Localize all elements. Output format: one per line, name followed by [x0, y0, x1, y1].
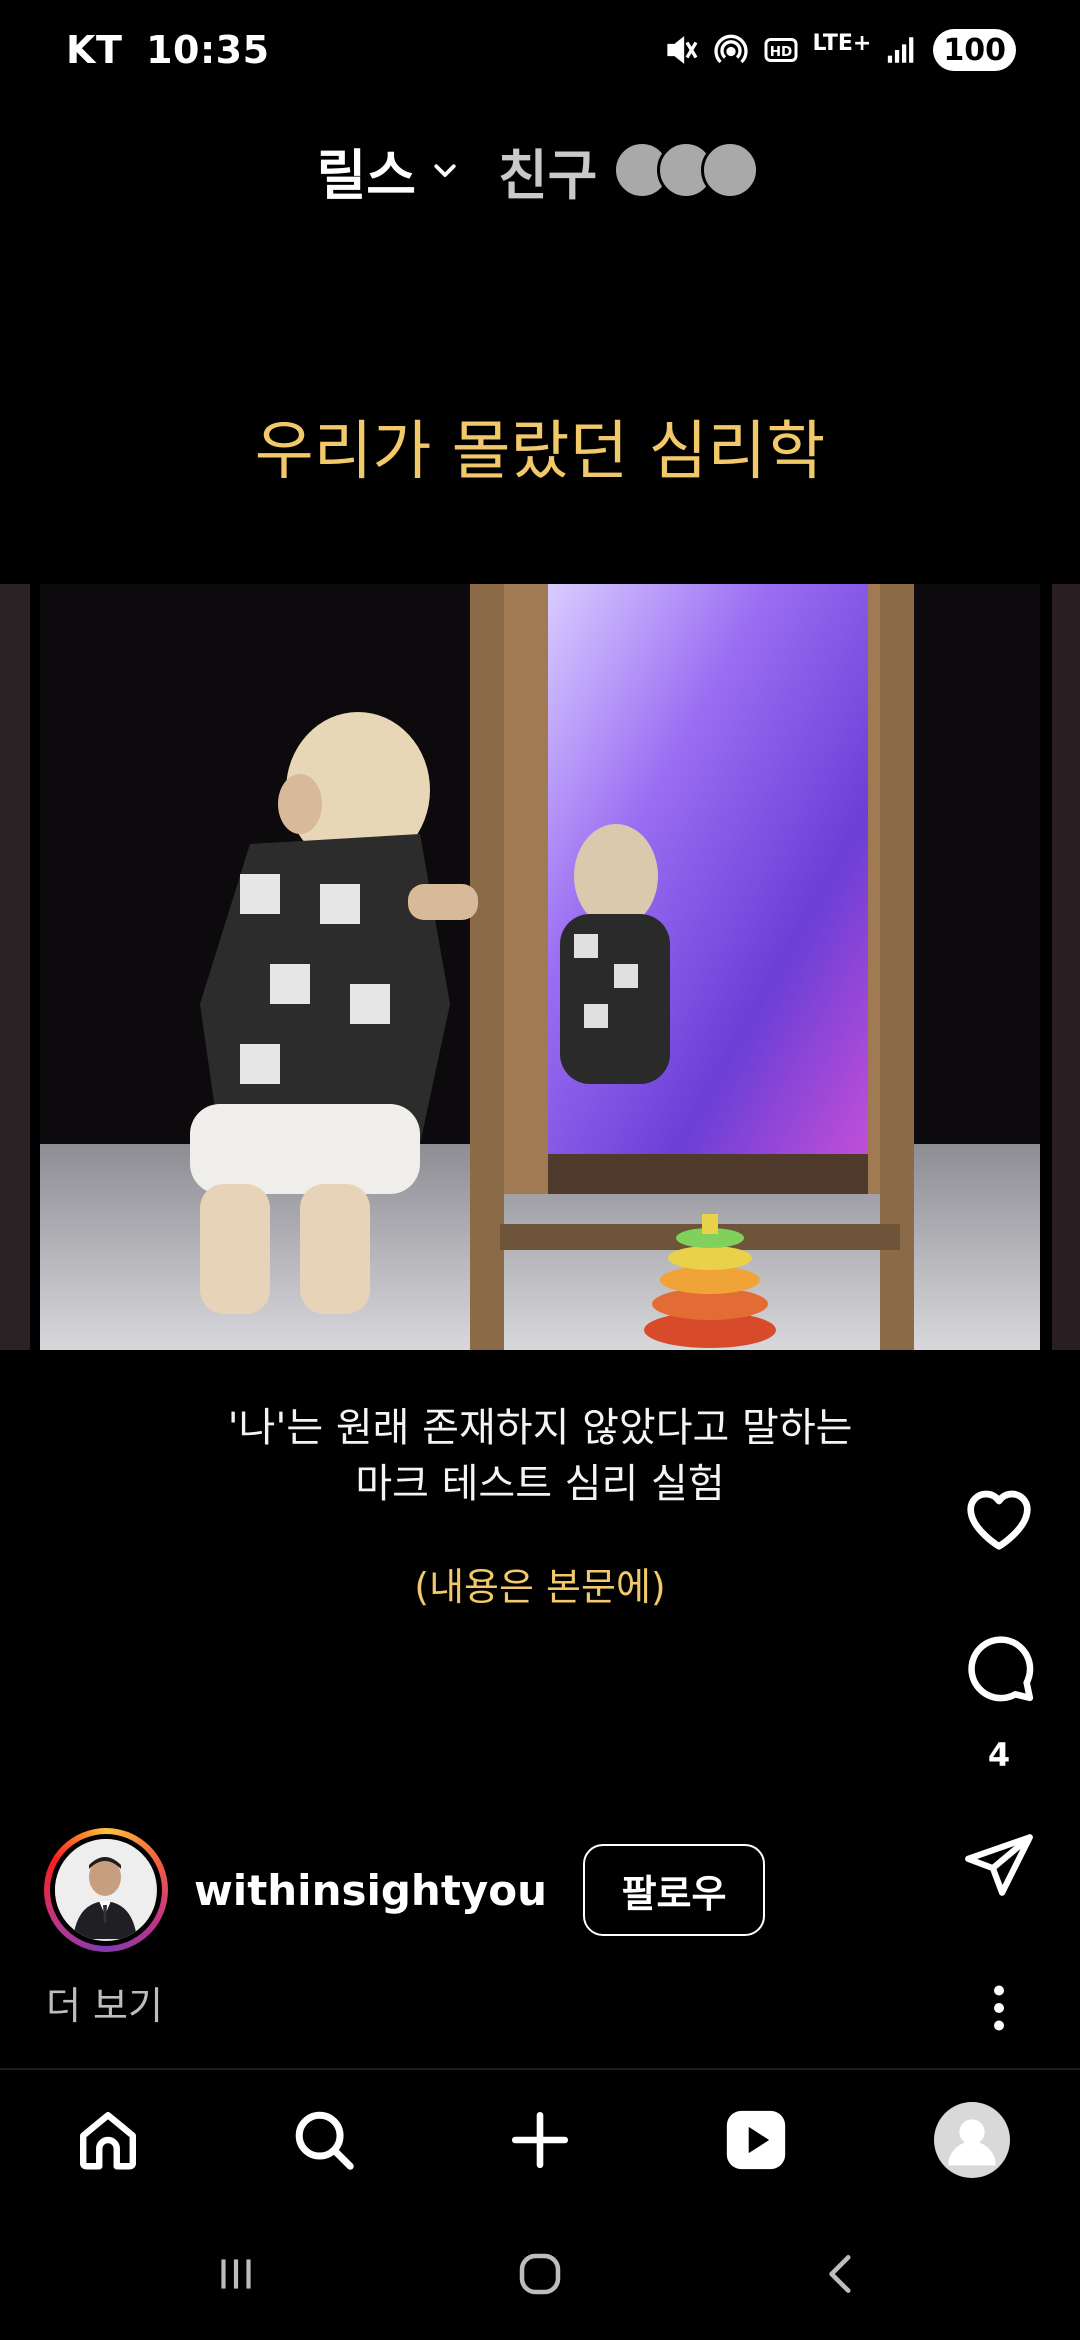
nav-profile[interactable]	[932, 2100, 1012, 2180]
status-time: 10:35	[146, 28, 270, 72]
reel-video[interactable]	[0, 584, 1080, 1350]
tab-friends-label: 친구	[498, 143, 598, 207]
system-nav-bar	[0, 2208, 1080, 2340]
plus-icon	[511, 2111, 569, 2169]
reel-author: withinsightyou 팔로우	[44, 1828, 766, 1952]
status-icons: HD LTE+ 100	[663, 26, 1016, 74]
share-button[interactable]	[944, 1828, 1054, 1902]
home-button-icon	[519, 2253, 561, 2295]
mute-icon	[666, 36, 697, 64]
tab-reels[interactable]: 릴스	[317, 131, 460, 210]
signal-icon	[888, 37, 914, 63]
svg-text:HD: HD	[769, 44, 792, 60]
carrier-label: KT	[66, 28, 123, 72]
heart-icon	[967, 1490, 1031, 1550]
reels-icon	[726, 2110, 786, 2170]
send-icon	[965, 1834, 1033, 1896]
more-vertical-icon	[994, 1985, 1004, 2031]
caption-line: 마크 테스트 심리 실험	[355, 1461, 725, 1507]
tab-friends[interactable]: 친구	[498, 131, 763, 210]
nav-search[interactable]	[284, 2100, 364, 2180]
hotspot-icon	[713, 34, 748, 64]
author-photo	[55, 1839, 155, 1939]
friend-avatar	[701, 141, 760, 199]
comment-button[interactable]	[944, 1628, 1054, 1706]
follow-button[interactable]: 팔로우	[583, 1844, 766, 1936]
system-recent-apps-button[interactable]	[196, 2244, 276, 2304]
comment-count: 4	[987, 1736, 1011, 1774]
more-link[interactable]: 더 보기	[46, 1975, 163, 2030]
network-type: LTE+	[812, 31, 872, 56]
author-avatar[interactable]	[44, 1828, 168, 1952]
video-frame-image	[0, 584, 1080, 1350]
like-button[interactable]	[944, 1478, 1054, 1558]
nav-reels[interactable]	[716, 2100, 796, 2180]
author-username[interactable]: withinsightyou	[194, 1866, 547, 1915]
back-icon	[829, 2255, 851, 2293]
caption-note: (내용은 본문에)	[414, 1565, 666, 1609]
friend-avatars	[613, 141, 763, 199]
comment-icon	[968, 1636, 1034, 1702]
bottom-nav	[0, 2068, 1080, 2208]
nav-create[interactable]	[500, 2100, 580, 2180]
search-icon	[295, 2111, 354, 2170]
tab-reels-label: 릴스	[316, 143, 416, 207]
reels-top-nav: 릴스 친구	[0, 130, 1080, 210]
profile-avatar	[934, 2102, 1010, 2178]
reel-title: 우리가 몰랐던 심리학	[254, 415, 826, 489]
recent-apps-icon	[221, 2259, 251, 2289]
status-carrier-time: KT 10:35	[66, 28, 270, 72]
reel-caption: '나'는 원래 존재하지 않았다고 말하는 마크 테스트 심리 실험	[0, 1400, 1080, 1512]
hd-voice-icon: HD	[764, 38, 798, 62]
home-icon	[80, 2112, 136, 2170]
status-bar: KT 10:35 HD LTE+ 100	[0, 0, 1080, 100]
nav-home[interactable]	[68, 2100, 148, 2180]
chevron-down-icon	[434, 164, 456, 177]
battery-badge: 100	[933, 29, 1016, 71]
system-home-button[interactable]	[500, 2244, 580, 2304]
caption-line: '나'는 원래 존재하지 않았다고 말하는	[227, 1405, 853, 1451]
system-back-button[interactable]	[802, 2244, 882, 2304]
more-options-button[interactable]	[944, 1978, 1054, 2038]
